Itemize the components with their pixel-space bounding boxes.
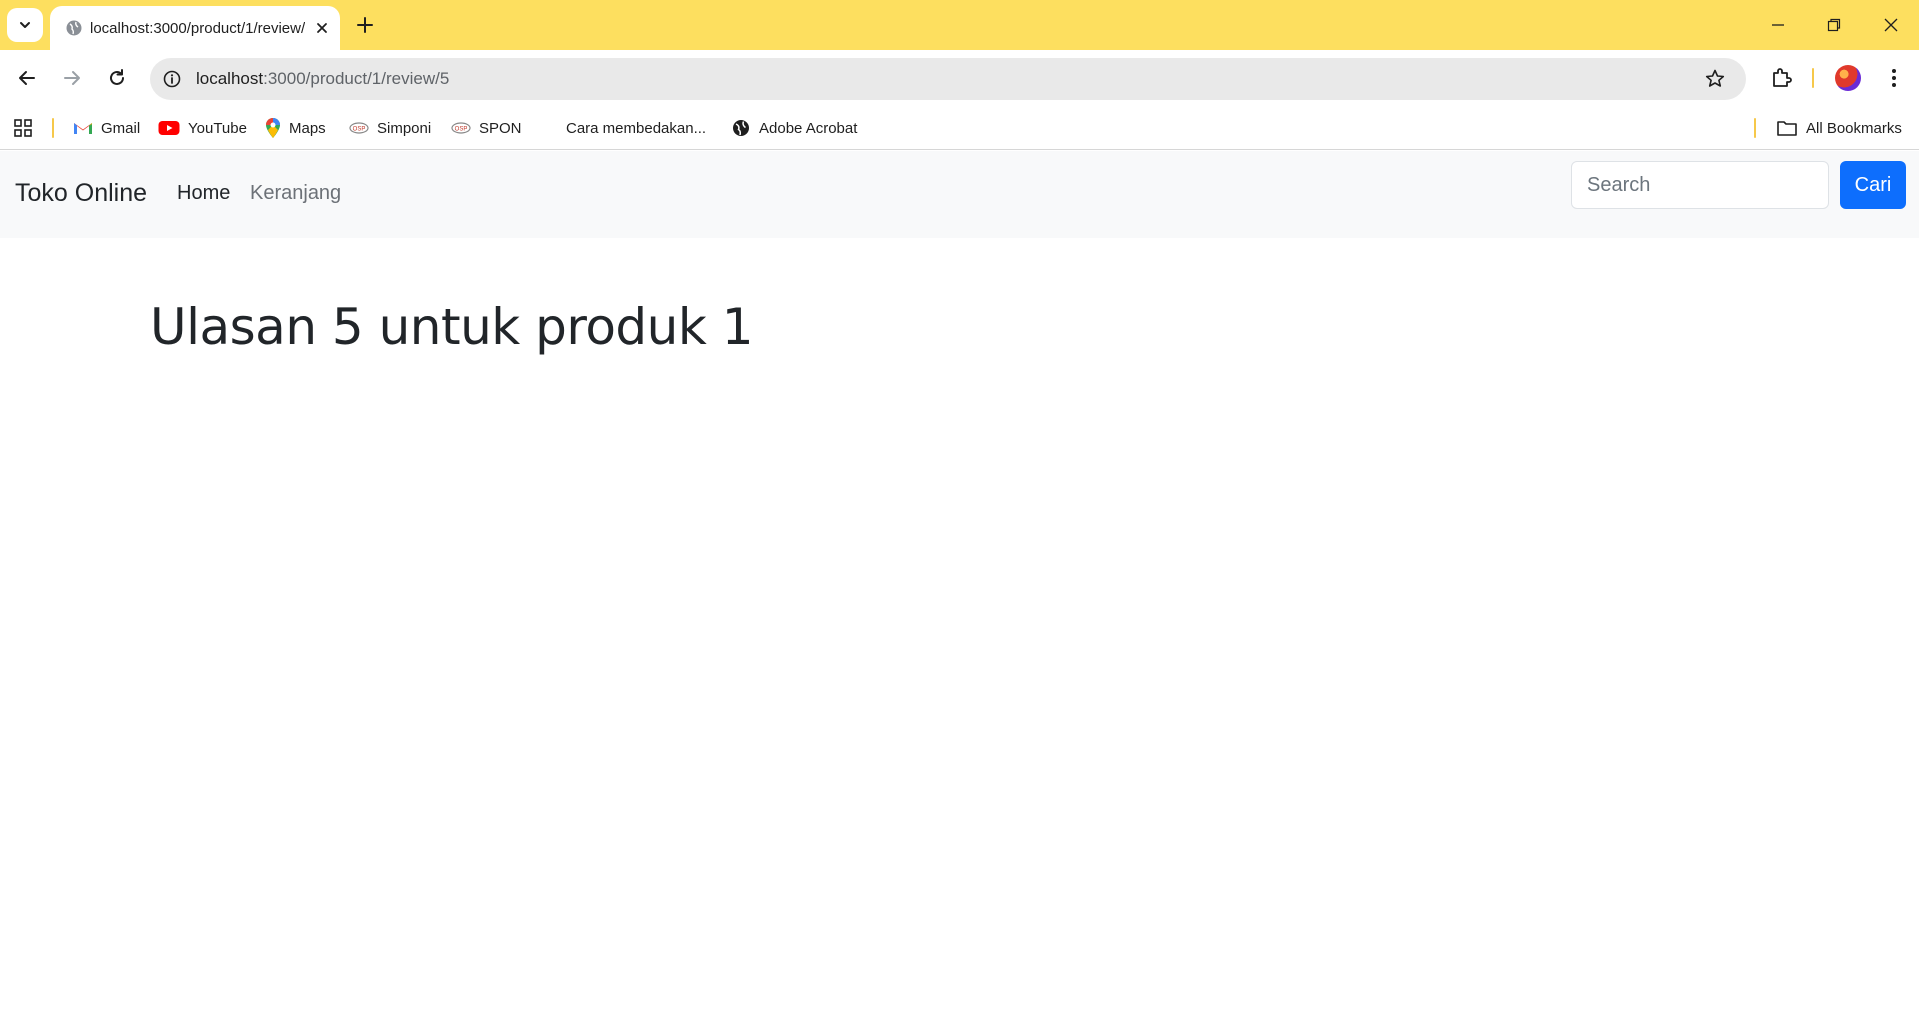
- browser-toolbar: localhost:3000/product/1/review/5: [0, 50, 1919, 106]
- restore-button[interactable]: [1820, 12, 1848, 38]
- nav-link-keranjang[interactable]: Keranjang: [250, 182, 341, 205]
- chevron-down-icon: [20, 22, 30, 28]
- bookmark-cara-membedakan[interactable]: Cara membedakan...: [566, 116, 706, 140]
- reload-button[interactable]: [103, 64, 131, 92]
- reload-icon: [110, 69, 124, 85]
- bookmark-simponi[interactable]: OSP Simponi: [349, 116, 431, 140]
- search-input[interactable]: [1571, 161, 1829, 209]
- bookmark-label: Simponi: [377, 119, 432, 137]
- more-vert-icon[interactable]: [1880, 64, 1908, 92]
- site-navbar: Toko Online Home Keranjang Cari: [0, 151, 1919, 238]
- bookmarks-separator: [52, 118, 54, 138]
- svg-text:OSP: OSP: [353, 127, 366, 133]
- all-bookmarks-button[interactable]: All Bookmarks: [1776, 116, 1902, 140]
- close-window-button[interactable]: [1877, 12, 1905, 38]
- apps-button[interactable]: [13, 116, 33, 140]
- maps-icon: [266, 118, 280, 138]
- url-text[interactable]: localhost:3000/product/1/review/5: [196, 69, 449, 89]
- bookmark-label: Cara membedakan...: [566, 119, 707, 137]
- apps-grid-icon: [14, 119, 32, 137]
- minimize-icon: [1772, 24, 1784, 26]
- svg-text:OSP: OSP: [455, 127, 468, 133]
- close-icon: [1884, 18, 1898, 32]
- minimize-button[interactable]: [1764, 12, 1792, 38]
- bookmark-gmail[interactable]: Gmail: [73, 116, 140, 140]
- globe-icon: [733, 120, 749, 136]
- spon-icon: OSP: [451, 122, 471, 134]
- star-icon[interactable]: [1704, 68, 1726, 90]
- globe-icon: [66, 20, 82, 36]
- bookmarks-bar: Gmail YouTube Maps OSP Simponi OSP SPON: [0, 106, 1919, 150]
- arrow-left-icon: [19, 71, 35, 85]
- simponi-icon: OSP: [349, 122, 369, 134]
- browser-tab-active[interactable]: localhost:3000/product/1/review/5: [50, 6, 340, 50]
- close-tab-icon[interactable]: [312, 18, 332, 38]
- bookmark-label: Maps: [289, 119, 326, 137]
- folder-icon: [1777, 121, 1797, 136]
- all-bookmarks-label: All Bookmarks: [1806, 119, 1902, 137]
- nav-link-home[interactable]: Home: [177, 182, 230, 205]
- bookmark-maps[interactable]: Maps: [265, 116, 326, 140]
- arrow-right-icon: [64, 71, 80, 85]
- back-button[interactable]: [13, 64, 41, 92]
- bookmark-youtube[interactable]: YouTube: [158, 116, 247, 140]
- tab-search-button[interactable]: [7, 8, 43, 42]
- bookmarks-separator: [1754, 118, 1756, 138]
- tab-title: localhost:3000/product/1/review/5: [90, 20, 305, 37]
- bookmark-label: Adobe Acrobat: [759, 119, 858, 137]
- bookmark-label: SPON: [479, 119, 522, 137]
- url-host: localhost: [196, 69, 264, 88]
- bookmark-label: Gmail: [101, 119, 141, 137]
- bookmark-label: YouTube: [188, 119, 247, 137]
- toolbar-separator: [1812, 68, 1814, 88]
- site-brand[interactable]: Toko Online: [15, 179, 147, 208]
- youtube-icon: [158, 121, 180, 135]
- search-button[interactable]: Cari: [1840, 161, 1906, 209]
- extensions-icon[interactable]: [1768, 64, 1796, 92]
- restore-icon: [1827, 18, 1841, 32]
- url-path: :3000/product/1/review/5: [263, 69, 450, 88]
- gmail-icon: [74, 123, 92, 134]
- browser-tabstrip: localhost:3000/product/1/review/5: [0, 0, 1919, 50]
- bookmark-adobe-acrobat[interactable]: Adobe Acrobat: [731, 116, 857, 140]
- page-title: Ulasan 5 untuk produk 1: [150, 298, 754, 356]
- new-tab-icon[interactable]: [352, 12, 378, 38]
- bookmark-spon[interactable]: OSP SPON: [451, 116, 522, 140]
- forward-button[interactable]: [58, 64, 86, 92]
- address-bar[interactable]: localhost:3000/product/1/review/5: [150, 58, 1746, 100]
- info-icon[interactable]: [162, 69, 182, 89]
- profile-avatar[interactable]: [1835, 65, 1861, 91]
